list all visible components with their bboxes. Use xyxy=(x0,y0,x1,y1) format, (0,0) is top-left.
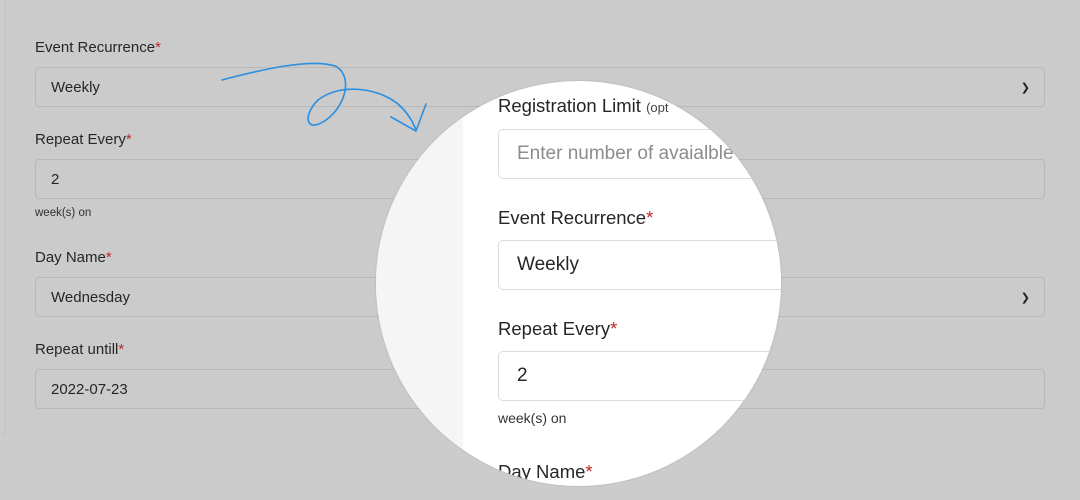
hand-drawn-arrow-icon xyxy=(221,62,427,132)
